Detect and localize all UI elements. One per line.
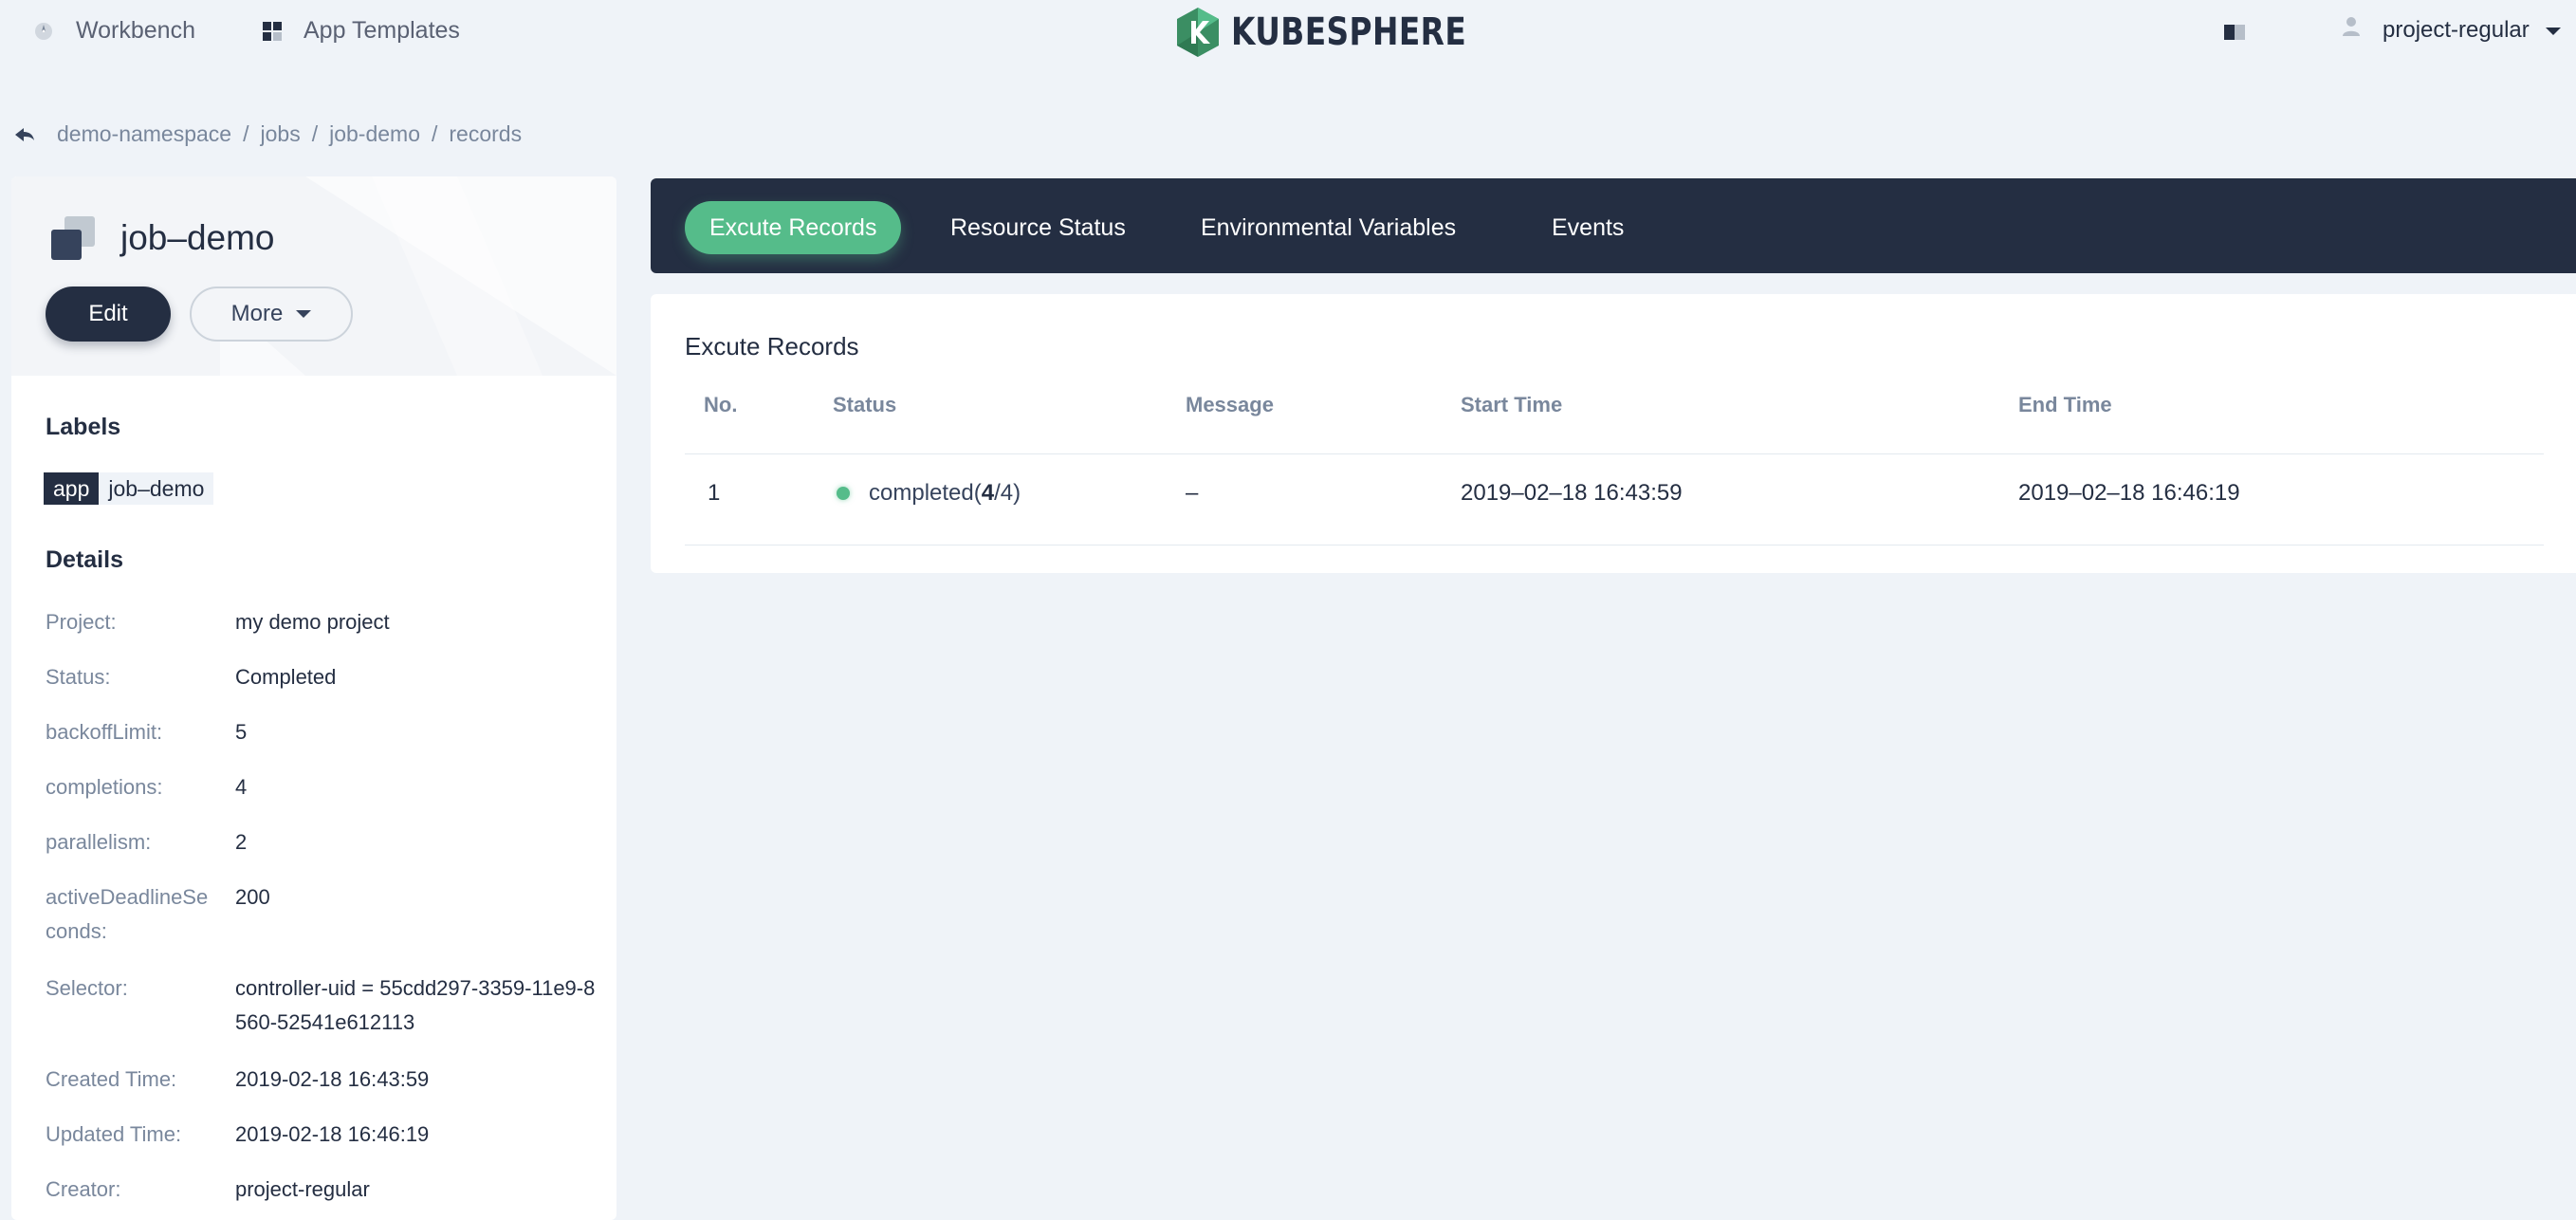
kubesphere-logo[interactable]: KUBESPHERE (1174, 6, 1518, 59)
detail-row: Selector: controller-uid = 55cdd297-3359… (46, 971, 596, 1040)
app-grid-icon (262, 21, 283, 42)
detail-key: Selector: (46, 976, 128, 1000)
breadcrumb-namespace[interactable]: demo-namespace (57, 121, 231, 147)
user-menu[interactable]: project-regular (2341, 15, 2562, 45)
nav-workbench-label: Workbench (76, 17, 195, 44)
detail-value: 5 (235, 720, 248, 744)
breadcrumb-separator: / (243, 121, 249, 146)
column-header-start-time: Start Time (1461, 393, 1563, 416)
detail-row: parallelism: 2 (46, 825, 596, 860)
top-bar: Workbench App Templates KUBESPHERE proje… (0, 0, 2576, 70)
detail-row: completions: 4 (46, 770, 596, 804)
tab-excute-records[interactable]: Excute Records (685, 201, 902, 254)
sidebar-toggle[interactable] (2223, 23, 2246, 46)
detail-key: Created Time: (46, 1067, 177, 1091)
more-button-label: More (230, 301, 284, 326)
column-header-end-time: End Time (2018, 393, 2112, 416)
record-message: – (1186, 480, 1199, 506)
job-icon (51, 216, 95, 265)
chevron-down-icon (2545, 17, 2562, 44)
breadcrumb-jobs[interactable]: jobs (261, 121, 301, 147)
record-status: completed(4/4) (837, 480, 1021, 507)
detail-value: 2 (235, 830, 248, 854)
detail-key: backoffLimit: (46, 720, 163, 744)
layout-toggle-icon (2224, 25, 2245, 40)
detail-key: Status: (46, 665, 111, 689)
details-title: Details (46, 546, 123, 573)
detail-row: Project: my demo project (46, 605, 596, 639)
record-status-text: completed(4/4) (869, 480, 1021, 507)
detail-key: completions: (46, 775, 163, 799)
detail-value: 2019-02-18 16:43:59 (235, 1067, 430, 1091)
records-title: Excute Records (685, 332, 859, 360)
tabs-bar: Excute Records Resource Status Environme… (651, 178, 2576, 273)
header-decoration (220, 176, 616, 376)
detail-key: Updated Time: (46, 1122, 182, 1146)
detail-row: Updated Time: 2019-02-18 16:46:19 (46, 1118, 596, 1152)
records-card: Excute Records No. Status Message Start … (651, 294, 2576, 573)
detail-value: my demo project (235, 610, 390, 634)
tab-events[interactable]: Events (1552, 201, 1624, 254)
detail-value: 200 (235, 885, 270, 909)
detail-key: Creator: (46, 1177, 121, 1201)
column-header-status: Status (833, 393, 897, 416)
column-header-message: Message (1186, 393, 1274, 416)
detail-row: Creator: project-regular (46, 1173, 596, 1207)
compass-icon (32, 20, 55, 43)
breadcrumb-records: records (449, 121, 523, 146)
tab-resource-status[interactable]: Resource Status (950, 201, 1126, 254)
detail-value: controller-uid = 55cdd297-3359-11e9-8560… (235, 976, 596, 1034)
job-detail-header: job–demo Edit More (11, 176, 616, 376)
detail-row: Status: Completed (46, 660, 596, 694)
nav-app-templates-label: App Templates (304, 17, 460, 44)
user-icon (2341, 15, 2362, 45)
breadcrumb-separator: / (431, 121, 438, 146)
tab-environmental-variables[interactable]: Environmental Variables (1201, 201, 1456, 254)
breadcrumb-separator: / (311, 121, 319, 146)
record-end-time: 2019–02–18 16:46:19 (2018, 480, 2240, 506)
labels-title: Labels (46, 414, 121, 440)
breadcrumb-job[interactable]: job-demo (329, 121, 420, 147)
user-name: project-regular (2383, 16, 2530, 43)
label-key: app (44, 472, 100, 505)
kubesphere-logo-icon (1177, 8, 1219, 57)
detail-value: project-regular (235, 1177, 370, 1201)
caret-down-icon (296, 310, 312, 318)
job-detail-card: job–demo Edit More Labels app job–demo D… (11, 176, 616, 1220)
detail-key: activeDeadlineSeconds: (46, 885, 209, 943)
column-header-no: No. (704, 393, 738, 416)
back-arrow-icon[interactable] (13, 125, 36, 144)
detail-value: 4 (235, 775, 248, 799)
detail-value: 2019-02-18 16:46:19 (235, 1122, 430, 1146)
nav-workbench[interactable]: Workbench (32, 17, 195, 45)
more-button[interactable]: More (190, 287, 353, 342)
job-title: job–demo (120, 218, 275, 257)
status-suffix: /4) (994, 480, 1021, 506)
status-done-count: 4 (981, 480, 995, 506)
kubesphere-logo-text: KUBESPHERE (1231, 10, 1467, 54)
detail-row: backoffLimit: 5 (46, 715, 596, 749)
status-prefix: completed( (869, 480, 982, 506)
detail-value: Completed (235, 665, 337, 689)
detail-row: Created Time: 2019-02-18 16:43:59 (46, 1063, 596, 1097)
nav-app-templates[interactable]: App Templates (262, 17, 460, 45)
label-value: job–demo (99, 472, 214, 505)
breadcrumb: demo-namespace / jobs / job-demo / recor… (13, 121, 522, 147)
table-divider (685, 453, 2544, 454)
detail-row: activeDeadlineSeconds: 200 (46, 880, 596, 949)
detail-key: parallelism: (46, 830, 152, 854)
detail-key: Project: (46, 610, 117, 634)
label-tag: app job–demo (44, 472, 214, 505)
edit-button[interactable]: Edit (46, 287, 171, 342)
record-start-time: 2019–02–18 16:43:59 (1461, 480, 1683, 506)
record-no: 1 (708, 480, 721, 506)
status-dot-icon (837, 487, 850, 500)
